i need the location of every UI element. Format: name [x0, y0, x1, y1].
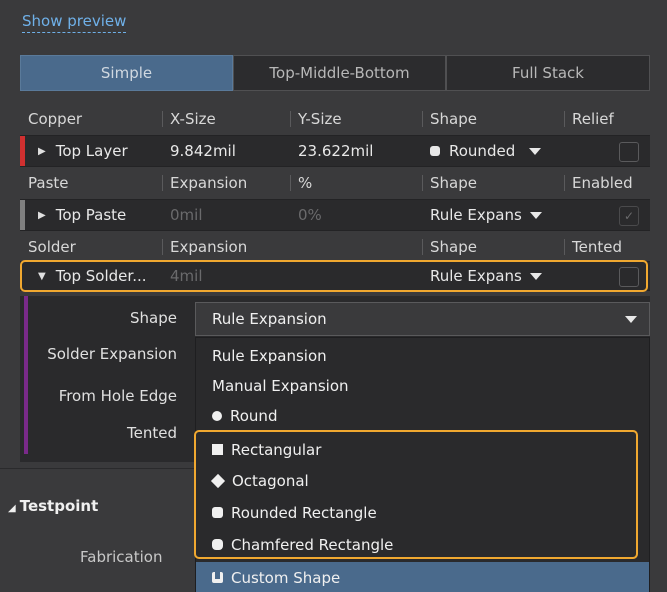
tented-label: Tented: [127, 424, 177, 442]
layer-color-swatch: [20, 136, 25, 166]
paste-percent-value[interactable]: 0%: [290, 200, 420, 230]
expand-icon[interactable]: ▶: [38, 146, 46, 157]
solder-row-highlight: [20, 260, 648, 292]
copper-shape-dropdown[interactable]: Rounded: [422, 136, 562, 166]
solder-layer-accent: [24, 296, 28, 454]
option-rule-expansion[interactable]: Rule Expansion: [196, 340, 649, 371]
paste-top-paste-row[interactable]: ▶ Top Paste 0mil 0% Rule Expans ✓: [20, 199, 650, 231]
paste-shape-dropdown[interactable]: Rule Expans: [422, 200, 562, 230]
copper-top-layer-row[interactable]: ▶ Top Layer 9.842mil 23.622mil Rounded: [20, 135, 650, 167]
top-paste-cell[interactable]: ▶ Top Paste: [30, 200, 160, 230]
collapse-icon: ◢: [8, 503, 16, 514]
paste-shape-header: Shape: [422, 169, 562, 197]
paste-expansion-header: Expansion: [162, 169, 290, 197]
relief-cell: [564, 136, 650, 166]
paste-header-label: Paste: [28, 174, 69, 192]
option-label: Custom Shape: [231, 568, 341, 587]
tab-full-stack[interactable]: Full Stack: [446, 55, 650, 91]
top-layer-cell[interactable]: ▶ Top Layer: [30, 136, 160, 166]
tab-top-middle-bottom[interactable]: Top-Middle-Bottom: [233, 55, 446, 91]
top-paste-label: Top Paste: [55, 206, 127, 224]
option-label: Manual Expansion: [212, 376, 349, 395]
solder-shape-header: Shape: [422, 233, 562, 261]
y-size-value[interactable]: 23.622mil: [290, 136, 420, 166]
fabrication-label: Fabrication: [80, 548, 163, 566]
enabled-header: Enabled: [564, 169, 650, 197]
option-manual-expansion[interactable]: Manual Expansion: [196, 370, 649, 401]
solder-expansion-label: Solder Expansion: [47, 345, 177, 363]
shape-header: Shape: [422, 105, 562, 133]
option-round[interactable]: Round: [196, 400, 649, 431]
enabled-checkbox[interactable]: ✓: [619, 206, 639, 226]
option-label: Rule Expansion: [212, 346, 327, 365]
expand-icon[interactable]: ▶: [38, 210, 46, 221]
option-custom-shape[interactable]: Custom Shape: [196, 562, 649, 592]
top-layer-label: Top Layer: [55, 142, 128, 160]
percent-header: %: [290, 169, 420, 197]
copper-shape-value: Rounded: [449, 142, 516, 160]
layer-color-swatch: [20, 200, 25, 230]
solder-expansion-header: Expansion: [162, 233, 420, 261]
shape-select-value: Rule Expansion: [212, 310, 327, 328]
copper-header-row: Copper X-Size Y-Size Shape Relief: [20, 105, 650, 133]
tab-simple[interactable]: Simple: [20, 55, 233, 91]
y-size-header: Y-Size: [290, 105, 420, 133]
relief-checkbox[interactable]: [619, 142, 639, 162]
x-size-header: X-Size: [162, 105, 290, 133]
enabled-cell: ✓: [564, 200, 650, 230]
paste-shape-value: Rule Expans: [430, 206, 522, 224]
chevron-down-icon: [529, 147, 542, 155]
testpoint-section-header[interactable]: ◢ Testpoint: [8, 497, 98, 515]
paste-expansion-value[interactable]: 0mil: [162, 200, 290, 230]
paste-header-row: Paste Expansion % Shape Enabled: [20, 169, 650, 197]
chevron-down-icon: [529, 211, 542, 219]
shape-select[interactable]: Rule Expansion: [195, 302, 650, 336]
option-label: Round: [230, 406, 278, 425]
circle-icon: [212, 410, 222, 421]
solder-header-label: Solder: [28, 238, 76, 256]
testpoint-label: Testpoint: [19, 497, 99, 515]
rounded-square-icon: [430, 146, 440, 156]
x-size-value[interactable]: 9.842mil: [162, 136, 290, 166]
custom-shape-icon: [212, 572, 223, 583]
chevron-down-icon: [625, 316, 637, 323]
from-hole-edge-label: From Hole Edge: [58, 387, 177, 405]
shape-label: Shape: [130, 309, 177, 327]
copper-header-label: Copper: [28, 110, 83, 128]
show-preview-link[interactable]: Show preview: [22, 10, 127, 33]
tented-header: Tented: [564, 233, 650, 261]
section-divider: [0, 468, 195, 469]
shape-options-highlight: [194, 430, 638, 559]
relief-header: Relief: [564, 105, 650, 133]
solder-header-row: Solder Expansion Shape Tented: [20, 233, 650, 261]
